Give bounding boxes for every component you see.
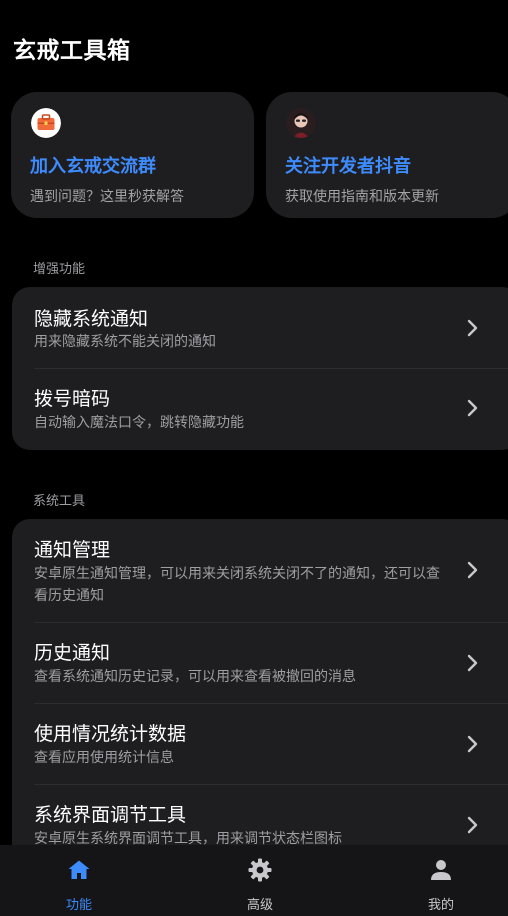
person-icon bbox=[431, 860, 451, 880]
nav-tab-advanced[interactable]: 高级 bbox=[220, 845, 300, 916]
item-title: 系统界面调节工具 bbox=[34, 804, 187, 826]
nav-label: 功能 bbox=[65, 898, 92, 913]
card-subtitle: 获取使用指南和版本更新 bbox=[285, 189, 439, 205]
chevron-right-icon bbox=[467, 399, 478, 417]
card-title: 加入玄戒交流群 bbox=[30, 156, 156, 177]
item-title: 隐藏系统通知 bbox=[34, 308, 149, 330]
chevron-right-icon bbox=[467, 319, 478, 337]
item-desc: 查看系统通知历史记录，可以用来查看被撤回的消息 bbox=[34, 669, 356, 685]
item-desc: 自动输入魔法口令，跳转隐藏功能 bbox=[34, 415, 244, 431]
card-subtitle: 遇到问题？这里秒获解答 bbox=[30, 189, 184, 205]
chevron-right-icon bbox=[467, 816, 478, 834]
follow-developer-card[interactable]: 关注开发者抖音 获取使用指南和版本更新 bbox=[266, 92, 508, 218]
section-label-enhance: 增强功能 bbox=[33, 262, 86, 277]
section-label-system-tools: 系统工具 bbox=[33, 494, 86, 509]
nav-label: 高级 bbox=[246, 898, 273, 913]
chevron-right-icon bbox=[467, 561, 478, 579]
app-title: 玄戒工具箱 bbox=[13, 38, 131, 64]
card-title: 关注开发者抖音 bbox=[285, 156, 411, 177]
list-item-hide-notification[interactable]: 隐藏系统通知 用来隐藏系统不能关闭的通知 bbox=[12, 287, 508, 368]
item-title: 拨号暗码 bbox=[34, 388, 111, 410]
enhance-group: 隐藏系统通知 用来隐藏系统不能关闭的通知 拨号暗码 自动输入魔法口令，跳转隐藏功… bbox=[12, 287, 508, 450]
bottom-nav: 功能 高级 我的 bbox=[0, 845, 508, 916]
nav-label: 我的 bbox=[427, 898, 454, 913]
item-title: 使用情况统计数据 bbox=[34, 723, 187, 745]
join-group-card[interactable]: 加入玄戒交流群 遇到问题？这里秒获解答 bbox=[11, 92, 254, 218]
item-desc: 用来隐藏系统不能关闭的通知 bbox=[34, 334, 216, 350]
system-tools-group: 通知管理 安卓原生通知管理，可以用来关闭系统关闭不了的通知，还可以查看历史通知 … bbox=[12, 519, 508, 849]
list-item-notification-manager[interactable]: 通知管理 安卓原生通知管理，可以用来关闭系统关闭不了的通知，还可以查看历史通知 bbox=[12, 519, 508, 622]
developer-avatar bbox=[286, 108, 316, 138]
home-icon bbox=[68, 860, 90, 879]
list-item-notification-history[interactable]: 历史通知 查看系统通知历史记录，可以用来查看被撤回的消息 bbox=[12, 622, 508, 703]
item-desc: 查看应用使用统计信息 bbox=[34, 750, 174, 766]
nav-tab-profile[interactable]: 我的 bbox=[401, 845, 481, 916]
item-title: 通知管理 bbox=[34, 539, 111, 561]
chevron-right-icon bbox=[467, 654, 478, 672]
briefcase-icon bbox=[31, 108, 61, 138]
nav-tab-features[interactable]: 功能 bbox=[39, 845, 119, 916]
list-item-system-ui-tuner[interactable]: 系统界面调节工具 安卓原生系统界面调节工具，用来调节状态栏图标 bbox=[12, 784, 508, 849]
chevron-right-icon bbox=[467, 735, 478, 753]
item-title: 历史通知 bbox=[34, 642, 111, 664]
list-item-dial-code[interactable]: 拨号暗码 自动输入魔法口令，跳转隐藏功能 bbox=[12, 368, 508, 450]
item-desc: 安卓原生通知管理，可以用来关闭系统关闭不了的通知，还可以查看历史通知 bbox=[34, 566, 440, 604]
list-item-usage-stats[interactable]: 使用情况统计数据 查看应用使用统计信息 bbox=[12, 703, 508, 784]
gear-icon bbox=[248, 858, 272, 882]
